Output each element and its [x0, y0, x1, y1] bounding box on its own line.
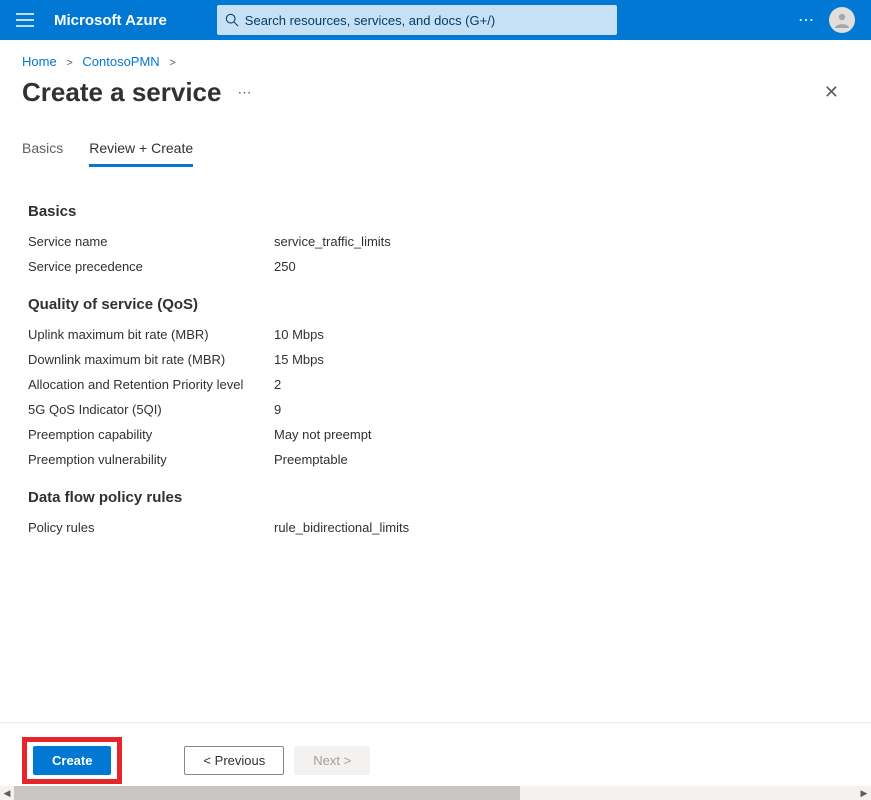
section-rules-heading: Data flow policy rules: [28, 489, 843, 506]
create-highlight: Create: [22, 737, 122, 784]
title-more-icon[interactable]: ⋯: [237, 84, 252, 101]
row-downlink-mbr: Downlink maximum bit rate (MBR)15 Mbps: [28, 352, 843, 367]
label-uplink-mbr: Uplink maximum bit rate (MBR): [28, 327, 274, 342]
more-icon[interactable]: ⋯: [798, 10, 815, 30]
scroll-track[interactable]: [14, 786, 857, 800]
row-uplink-mbr: Uplink maximum bit rate (MBR)10 Mbps: [28, 327, 843, 342]
value-preempt-cap: May not preempt: [274, 427, 372, 442]
tabs: Basics Review + Create: [0, 122, 871, 167]
menu-icon[interactable]: [10, 7, 40, 33]
next-button: Next >: [294, 746, 370, 775]
value-uplink-mbr: 10 Mbps: [274, 327, 324, 342]
footer-bar: Create < Previous Next >: [0, 722, 871, 784]
row-arp: Allocation and Retention Priority level2: [28, 377, 843, 392]
value-preempt-vuln: Preemptable: [274, 452, 348, 467]
value-5qi: 9: [274, 402, 281, 417]
value-service-precedence: 250: [274, 259, 296, 274]
top-bar: Microsoft Azure ⋯: [0, 0, 871, 40]
breadcrumb-item[interactable]: ContosoPMN: [82, 54, 159, 69]
value-service-name: service_traffic_limits: [274, 234, 391, 249]
row-service-precedence: Service precedence250: [28, 259, 843, 274]
search-box[interactable]: [217, 5, 617, 35]
scroll-right-icon[interactable]: ▶: [857, 788, 871, 799]
label-5qi: 5G QoS Indicator (5QI): [28, 402, 274, 417]
tab-review-create[interactable]: Review + Create: [89, 140, 193, 167]
search-icon: [225, 13, 239, 27]
breadcrumb: Home > ContosoPMN >: [0, 40, 871, 75]
value-downlink-mbr: 15 Mbps: [274, 352, 324, 367]
row-policy-rules: Policy rulesrule_bidirectional_limits: [28, 520, 843, 535]
avatar[interactable]: [829, 7, 855, 33]
value-policy-rules: rule_bidirectional_limits: [274, 520, 409, 535]
scroll-left-icon[interactable]: ◀: [0, 788, 14, 799]
label-preempt-cap: Preemption capability: [28, 427, 274, 442]
scroll-thumb[interactable]: [14, 786, 520, 800]
page-title: Create a service: [22, 77, 221, 108]
section-qos-heading: Quality of service (QoS): [28, 296, 843, 313]
label-preempt-vuln: Preemption vulnerability: [28, 452, 274, 467]
search-input[interactable]: [245, 13, 609, 28]
label-service-name: Service name: [28, 234, 274, 249]
row-5qi: 5G QoS Indicator (5QI)9: [28, 402, 843, 417]
chevron-right-icon: >: [66, 57, 72, 69]
label-service-precedence: Service precedence: [28, 259, 274, 274]
close-icon[interactable]: ✕: [814, 78, 849, 107]
tab-basics[interactable]: Basics: [22, 140, 63, 167]
row-preempt-vuln: Preemption vulnerabilityPreemptable: [28, 452, 843, 467]
content-area: Basics Service nameservice_traffic_limit…: [0, 167, 871, 535]
chevron-right-icon: >: [169, 57, 175, 69]
row-service-name: Service nameservice_traffic_limits: [28, 234, 843, 249]
value-arp: 2: [274, 377, 281, 392]
horizontal-scrollbar[interactable]: ◀ ▶: [0, 786, 871, 800]
title-bar: Create a service ⋯ ✕: [0, 75, 871, 122]
label-policy-rules: Policy rules: [28, 520, 274, 535]
label-downlink-mbr: Downlink maximum bit rate (MBR): [28, 352, 274, 367]
label-arp: Allocation and Retention Priority level: [28, 377, 274, 392]
breadcrumb-home[interactable]: Home: [22, 54, 57, 69]
create-button[interactable]: Create: [33, 746, 111, 775]
brand-label[interactable]: Microsoft Azure: [54, 12, 167, 29]
row-preempt-cap: Preemption capabilityMay not preempt: [28, 427, 843, 442]
section-basics-heading: Basics: [28, 203, 843, 220]
previous-button[interactable]: < Previous: [184, 746, 284, 775]
